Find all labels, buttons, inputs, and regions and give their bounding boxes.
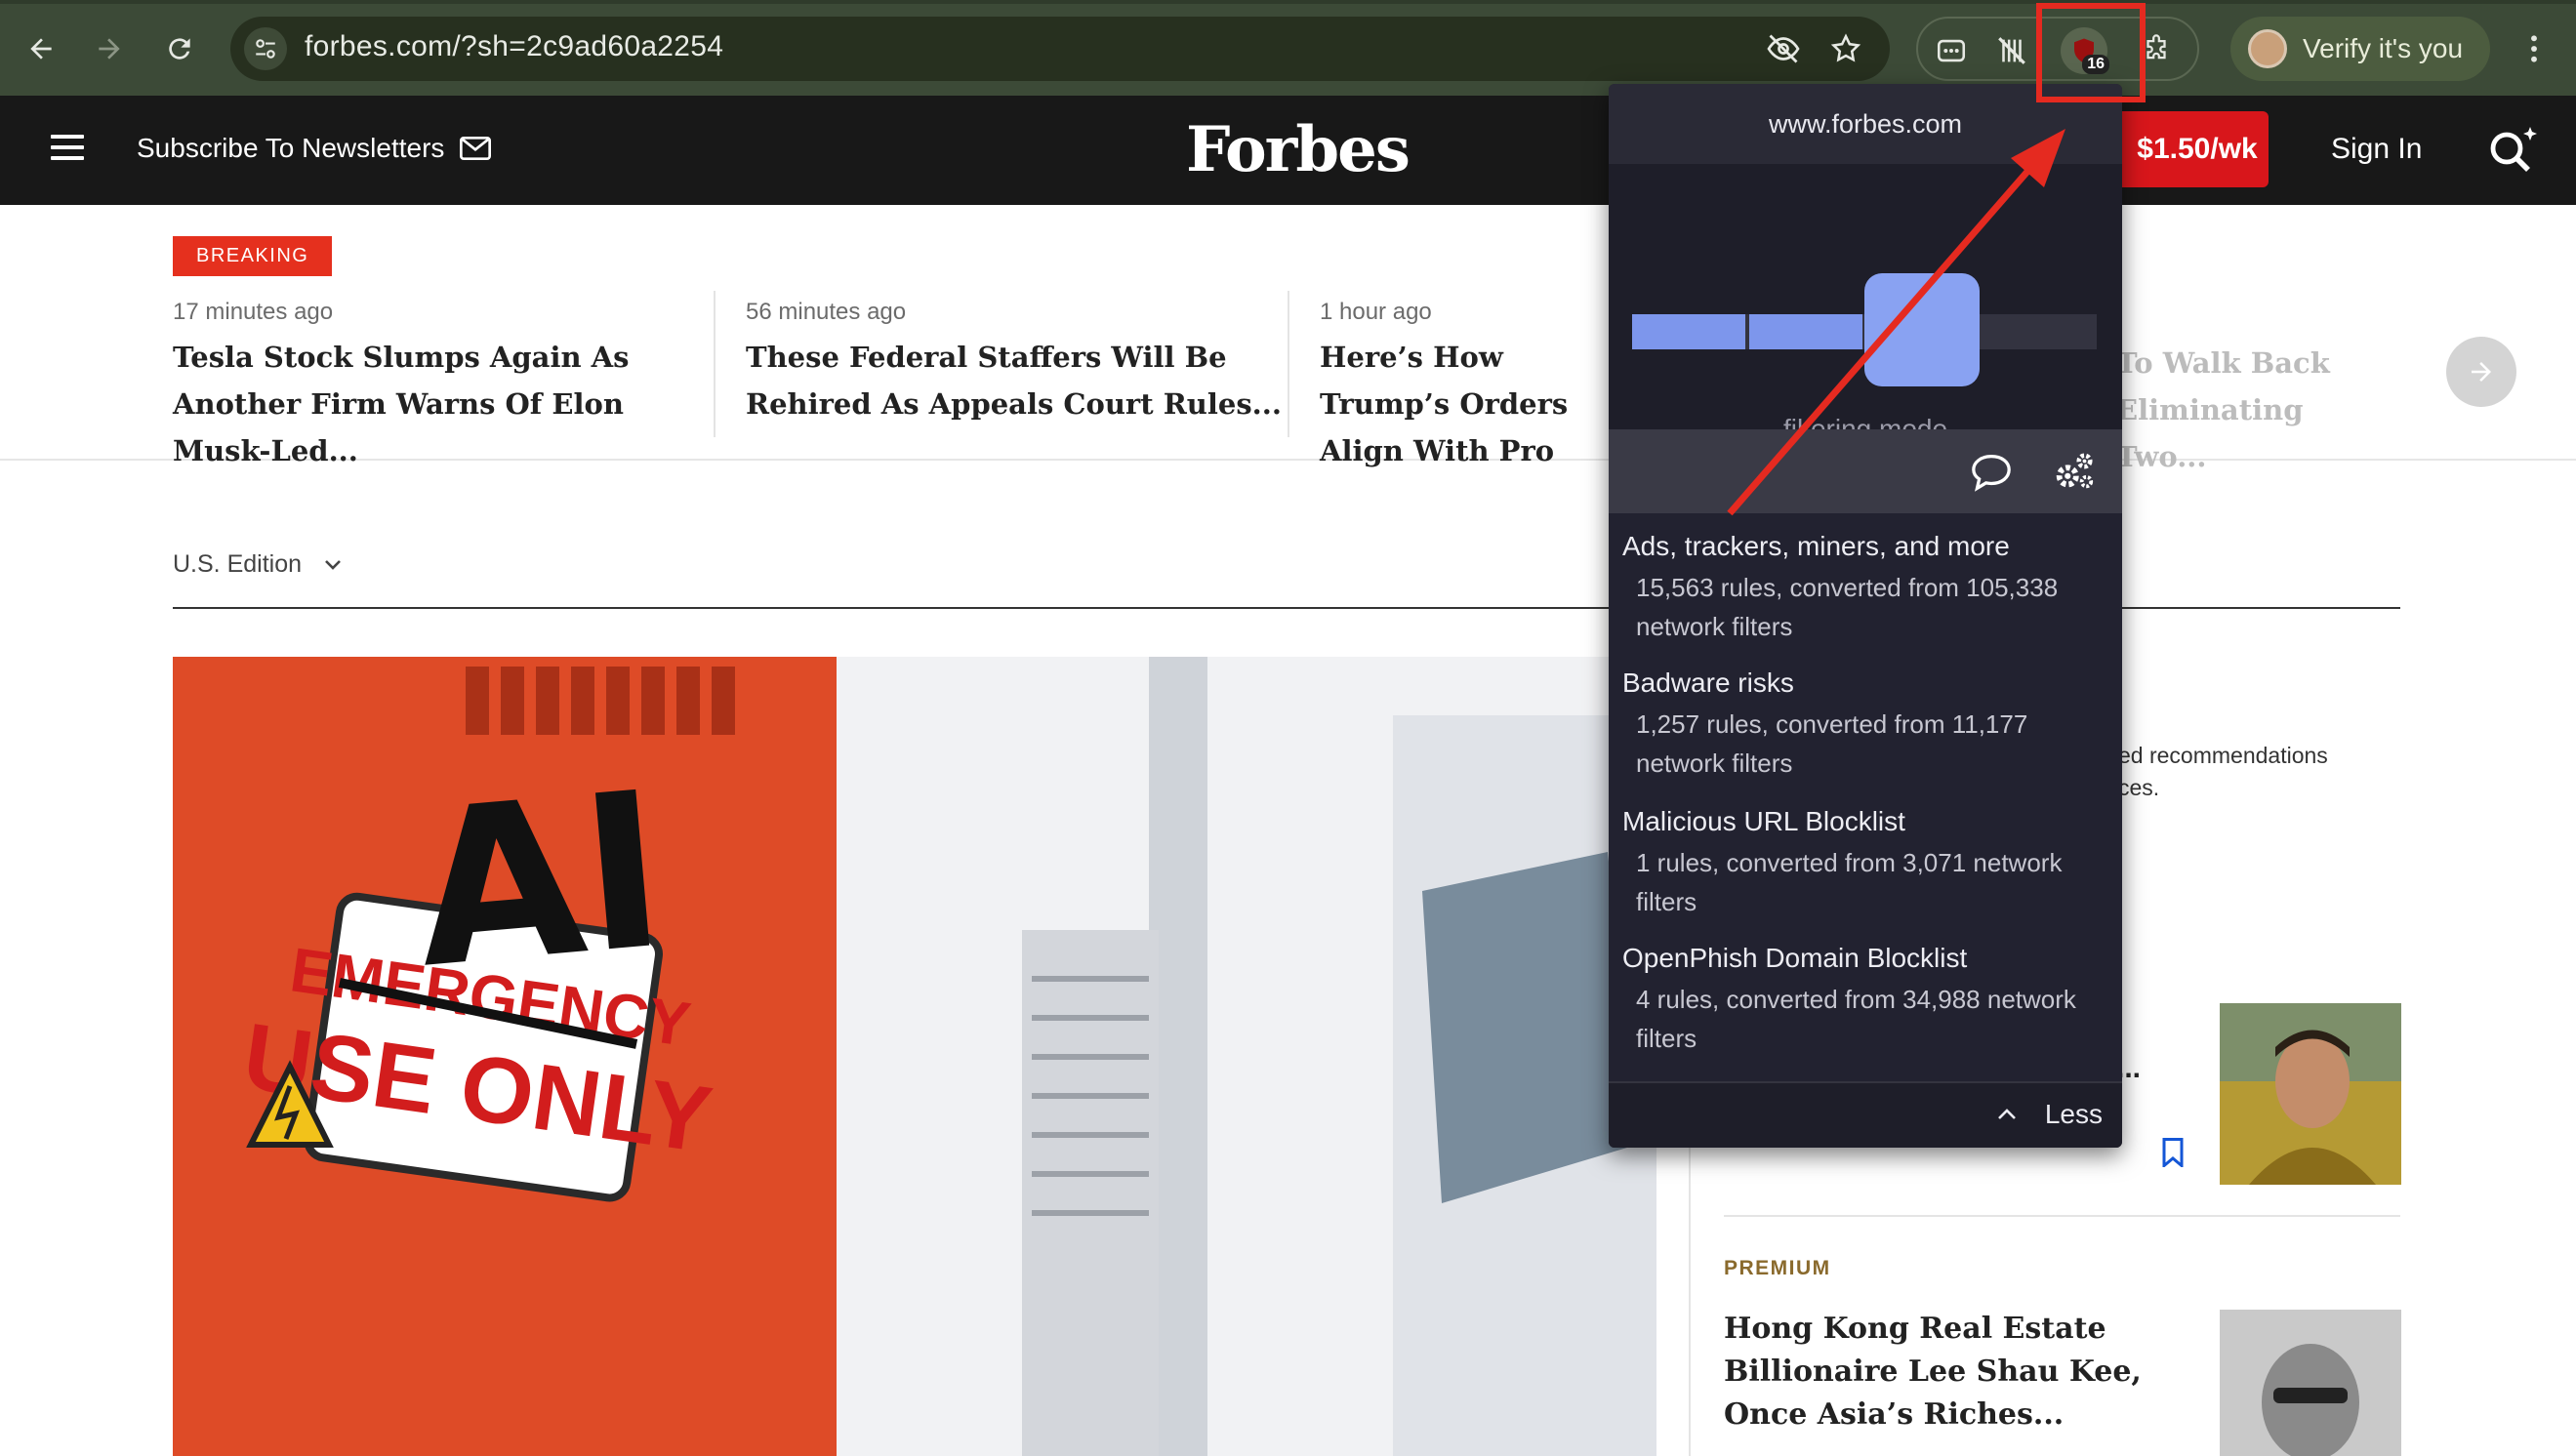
breaking-item[interactable]: 17 minutes ago Tesla Stock Slumps Again …	[173, 299, 719, 474]
news-time: 1 hour ago	[1320, 299, 1432, 325]
url-text[interactable]: forbes.com/?sh=2c9ad60a2254	[305, 30, 723, 63]
news-time: 56 minutes ago	[746, 299, 907, 325]
news-headline[interactable]: Tesla Stock Slumps Again As Another Firm…	[173, 334, 719, 474]
carousel-next-button[interactable]	[2446, 337, 2516, 407]
back-button[interactable]	[14, 21, 68, 76]
filter-list-item: Ads, trackers, miners, and more 15,563 r…	[1622, 531, 2110, 646]
less-button[interactable]: Less	[1996, 1099, 2103, 1130]
subscribe-label: Subscribe To Newsletters	[137, 133, 445, 163]
article-thumbnail[interactable]	[2220, 1310, 2401, 1456]
filter-list-item: Badware risks 1,257 rules, converted fro…	[1622, 667, 2110, 783]
popup-toolbar	[1609, 429, 2122, 513]
bookmark-icon[interactable]	[2161, 1138, 2185, 1172]
ublock-popup: www.forbes.com filtering mode optimal Ad…	[1609, 84, 2122, 1148]
column-divider	[1689, 1142, 1691, 1456]
reload-button[interactable]	[152, 21, 207, 76]
filter-list-desc: 1,257 rules, converted from 11,177 netwo…	[1636, 709, 2028, 778]
forbes-logo[interactable]: Forbes	[1186, 113, 1411, 186]
avatar	[2248, 29, 2287, 68]
chevron-up-icon	[1997, 1109, 2016, 1119]
arrow-right-icon	[2472, 362, 2491, 382]
eye-slash-icon[interactable]	[1765, 30, 1802, 67]
section-divider	[1724, 1215, 2400, 1217]
annotation-highlight-box	[2036, 3, 2146, 102]
rec-line: ces.	[2118, 775, 2160, 800]
chevron-down-icon	[325, 559, 341, 570]
settings-gears-icon[interactable]	[2050, 449, 2097, 496]
mode-step-basic[interactable]	[1749, 314, 1862, 349]
bookmark-star-icon[interactable]	[1827, 30, 1864, 67]
report-chat-icon[interactable]	[1968, 449, 2015, 496]
rec-line: ed recommendations	[2118, 743, 2328, 768]
filter-list-desc: 4 rules, converted from 34,988 network f…	[1636, 985, 2076, 1053]
less-label: Less	[2044, 1099, 2103, 1129]
breaking-item[interactable]: 56 minutes ago These Federal Staffers Wi…	[746, 299, 1292, 427]
popup-footer: Less	[1609, 1081, 2122, 1148]
breaking-tag: BREAKING	[173, 236, 333, 276]
mail-icon	[460, 137, 492, 160]
site-header: Subscribe To Newsletters Forbes $1.50/wk…	[0, 96, 2576, 205]
divider	[714, 291, 716, 437]
browser-toolbar: forbes.com/?sh=2c9ad60a2254 16 Verify it…	[0, 0, 2576, 96]
verify-profile-button[interactable]: Verify it's you	[2230, 17, 2490, 81]
extension-dots-icon[interactable]	[1928, 27, 1975, 74]
address-bar[interactable]: forbes.com/?sh=2c9ad60a2254	[230, 17, 1890, 81]
news-headline[interactable]: These Federal Staffers Will Be Rehired A…	[746, 334, 1292, 427]
recommendations-text: ed recommendations ces.	[2118, 740, 2328, 804]
mode-step-none[interactable]	[1632, 314, 1745, 349]
article-headline[interactable]: Hong Kong Real Estate Billionaire Lee Sh…	[1724, 1308, 2202, 1436]
filtering-mode-panel: filtering mode optimal	[1609, 164, 2122, 483]
article-thumbnail[interactable]	[2220, 1003, 2401, 1185]
filter-list-title: Badware risks	[1622, 667, 1794, 698]
filter-list-item: OpenPhish Domain Blocklist 4 rules, conv…	[1622, 943, 2110, 1058]
hero-illustration: EMERGENCY USE ONLY AI	[173, 657, 1656, 1456]
reload-icon	[169, 38, 190, 60]
hero-image[interactable]: EMERGENCY USE ONLY AI	[173, 657, 1656, 1456]
forward-button[interactable]	[82, 21, 137, 76]
filter-list-item: Malicious URL Blocklist 1 rules, convert…	[1622, 806, 2110, 921]
hamburger-menu-icon[interactable]	[51, 135, 84, 164]
subscribe-newsletters-link[interactable]: Subscribe To Newsletters	[137, 133, 492, 164]
filter-list-desc: 15,563 rules, converted from 105,338 net…	[1636, 573, 2059, 641]
news-headline[interactable]: Here’s How Trump’s Orders Align With Pro	[1320, 334, 1613, 474]
verify-label: Verify it's you	[2303, 33, 2464, 63]
extension-slashed-icon[interactable]	[1988, 27, 2035, 74]
forward-arrow-icon	[99, 38, 120, 60]
news-time: 17 minutes ago	[173, 299, 334, 325]
filter-list-desc: 1 rules, converted from 3,071 network fi…	[1636, 848, 2063, 916]
edition-label: U.S. Edition	[173, 550, 303, 578]
window-top-edge	[0, 0, 2576, 4]
news-headline[interactable]: To Walk Back Eliminating Two...	[2116, 340, 2399, 480]
edition-selector[interactable]: U.S. Edition	[173, 550, 345, 579]
subscribe-price-button[interactable]: $1.50/wk	[2106, 111, 2269, 187]
premium-label: PREMIUM	[1724, 1257, 1831, 1279]
filter-list-title: Malicious URL Blocklist	[1622, 806, 1905, 836]
breaking-item[interactable]: 1 hour ago Here’s How Trump’s Orders Ali…	[1320, 299, 1613, 474]
site-settings-icon[interactable]	[244, 27, 287, 70]
breaking-news-bar: BREAKING 17 minutes ago Tesla Stock Slum…	[0, 205, 2576, 473]
filter-list-title: Ads, trackers, miners, and more	[1622, 531, 2010, 561]
browser-menu-icon[interactable]	[2516, 27, 2552, 70]
graffiti-text: AI	[406, 746, 673, 1016]
filtering-mode-knob[interactable]	[1864, 273, 1980, 386]
search-icon[interactable]	[2483, 121, 2542, 180]
breaking-item[interactable]: To Walk Back Eliminating Two...	[2116, 332, 2399, 480]
divider	[1288, 291, 1289, 437]
sign-in-link[interactable]: Sign In	[2331, 133, 2422, 166]
filter-list-title: OpenPhish Domain Blocklist	[1622, 943, 1968, 973]
back-arrow-icon	[30, 38, 52, 60]
